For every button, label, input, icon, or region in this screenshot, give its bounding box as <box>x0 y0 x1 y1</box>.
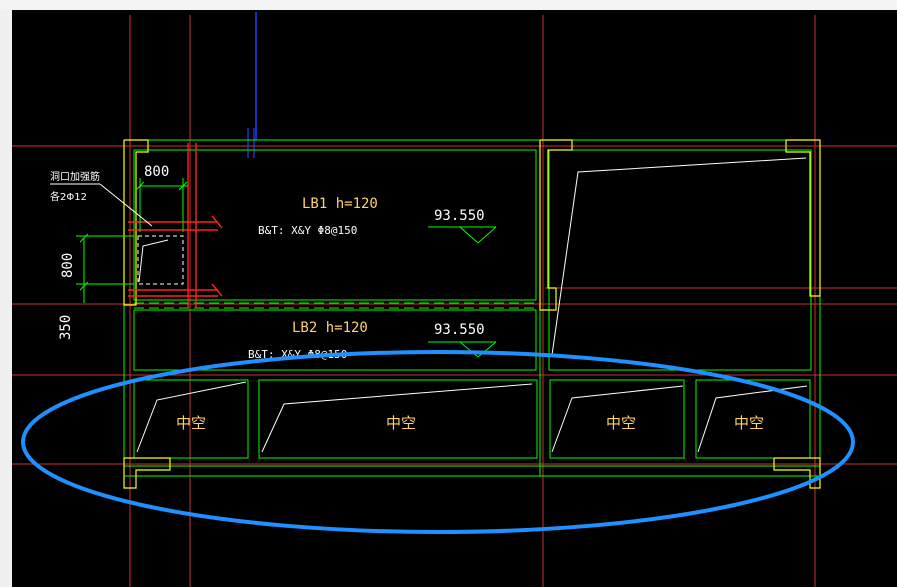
opening-rebar <box>128 143 223 308</box>
drawing-svg[interactable]: 800 800 350 洞口加强筋 各2Φ12 LB1 h=120 B&T: X… <box>0 0 897 587</box>
hollow-label-4: 中空 <box>734 414 764 432</box>
opening-outline[interactable] <box>137 235 184 285</box>
slab2-elevation: 93.550 <box>434 322 485 338</box>
column-bottom-right[interactable] <box>773 457 821 489</box>
opening-marker <box>138 239 169 283</box>
hollow-right-top[interactable] <box>548 149 812 371</box>
slab1-elevation: 93.550 <box>434 208 485 224</box>
opening-height-dim: 800 <box>60 253 76 278</box>
note-leader <box>50 183 153 227</box>
columns <box>123 139 821 489</box>
highlight-ellipse <box>21 350 855 534</box>
slab1-name[interactable]: LB1 h=120 <box>302 196 378 212</box>
grid-axes <box>12 15 897 587</box>
blue-marker <box>247 128 255 158</box>
cad-window: 800 800 350 洞口加强筋 各2Φ12 LB1 h=120 B&T: X… <box>0 0 897 587</box>
column-bottom-left[interactable] <box>123 457 171 489</box>
hollow-label-1: 中空 <box>176 414 206 432</box>
hollow-label-2: 中空 <box>386 414 416 432</box>
hollow-label-3: 中空 <box>606 414 636 432</box>
side-dim: 350 <box>58 315 74 340</box>
slab1-reinforcement: B&T: X&Y Φ8@150 <box>258 224 357 237</box>
opening-note-line1: 洞口加强筋 <box>50 170 100 183</box>
hollow-markers <box>136 157 808 453</box>
dimension-lines <box>76 178 497 358</box>
column-middle[interactable] <box>539 139 573 311</box>
slab2-name[interactable]: LB2 h=120 <box>292 320 368 336</box>
slab-lb2-panel[interactable] <box>133 309 537 371</box>
opening-width-dim: 800 <box>144 164 169 180</box>
opening-note-line2: 各2Φ12 <box>50 190 87 203</box>
